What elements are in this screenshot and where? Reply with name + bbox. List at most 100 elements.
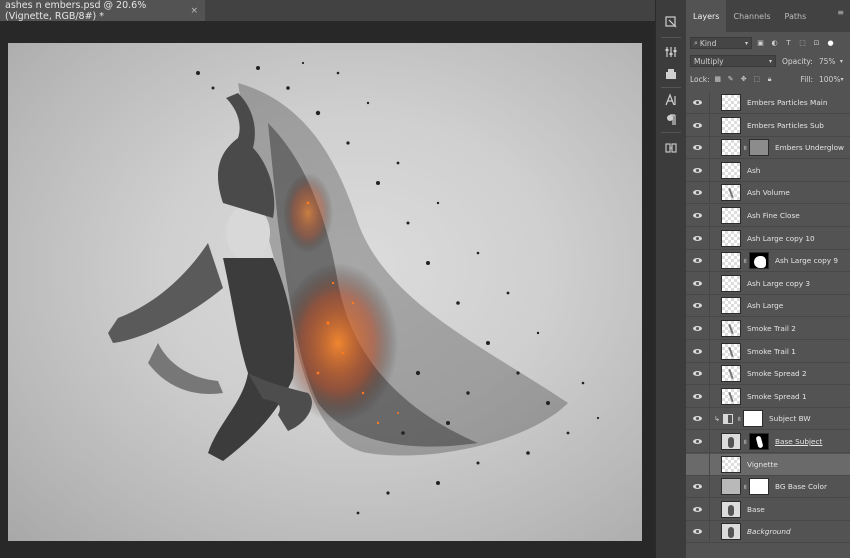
lock-image-icon[interactable]: ✎ (726, 74, 736, 84)
layer-thumbnail[interactable] (721, 207, 741, 224)
lock-all-icon[interactable]: 🔒︎ (765, 74, 775, 84)
layer-name[interactable]: Ash Volume (747, 188, 790, 197)
layer-name[interactable]: Ash (747, 166, 760, 175)
eye-icon[interactable] (686, 498, 710, 521)
layer-name[interactable]: BG Base Color (775, 482, 827, 491)
pixel-filter-icon[interactable]: ▣ (755, 38, 766, 49)
layer-mask-thumbnail[interactable] (749, 139, 769, 157)
layer-row[interactable]: Ash Large copy 10 (686, 227, 850, 250)
eye-icon[interactable] (686, 91, 710, 114)
layer-thumbnail[interactable] (721, 500, 741, 518)
layer-name[interactable]: Subject BW (769, 414, 811, 423)
history-icon[interactable] (663, 14, 679, 30)
layer-thumbnail[interactable] (721, 455, 741, 473)
layer-mask-thumbnail[interactable] (749, 433, 769, 450)
layer-row[interactable]: Background (686, 520, 850, 544)
smart-object-filter-icon[interactable]: ⊡ (811, 38, 822, 49)
layer-thumbnail[interactable] (721, 161, 741, 179)
layer-thumbnail[interactable] (721, 139, 741, 157)
lock-position-icon[interactable]: ✥ (739, 74, 749, 84)
properties-icon[interactable] (663, 140, 679, 156)
layer-row[interactable]: Ash (686, 159, 850, 182)
layer-thumbnail[interactable] (721, 523, 741, 541)
type-filter-icon[interactable]: T (783, 38, 794, 49)
layer-row[interactable]: Ash Volume (686, 181, 850, 205)
eye-icon[interactable] (686, 385, 710, 408)
layer-comps-icon[interactable] (663, 66, 679, 82)
paragraph-icon[interactable] (663, 112, 679, 128)
layer-row[interactable]: Smoke Trail 2 (686, 317, 850, 340)
layer-name[interactable]: Ash Large copy 3 (747, 279, 810, 288)
blend-mode-select[interactable]: Multiply ▾ (690, 55, 776, 67)
layer-row[interactable]: Ash Fine Close (686, 204, 850, 227)
tab-layers[interactable]: Layers (686, 0, 727, 32)
eye-icon[interactable] (686, 430, 710, 453)
lock-artboard-icon[interactable]: ⬚ (752, 74, 762, 84)
layer-name[interactable]: Ash Large (747, 301, 783, 310)
opacity-field[interactable]: 75% ▾ (815, 55, 846, 67)
adjustment-filter-icon[interactable]: ◐ (769, 38, 780, 49)
layer-mask-thumbnail[interactable] (743, 410, 763, 428)
layer-row[interactable]: ∞ Embers Underglow (686, 136, 850, 160)
layer-row[interactable]: Smoke Spread 2 (686, 362, 850, 386)
eye-icon[interactable] (686, 227, 710, 250)
layer-row[interactable]: Embers Particles Main (686, 91, 850, 114)
close-icon[interactable]: × (190, 6, 198, 16)
layer-row[interactable]: Base (686, 498, 850, 521)
layer-name[interactable]: Embers Particles Sub (747, 121, 824, 130)
link-icon[interactable]: ∞ (735, 415, 743, 423)
layer-name[interactable]: Embers Underglow (775, 143, 844, 152)
eye-icon[interactable] (686, 114, 710, 137)
eye-icon[interactable] (686, 294, 710, 317)
adjust-icon[interactable] (663, 44, 679, 60)
layer-row[interactable]: Smoke Trail 1 (686, 340, 850, 363)
layer-name[interactable]: Smoke Trail 1 (747, 347, 796, 356)
layer-name[interactable]: Vignette (747, 460, 778, 469)
layer-row[interactable]: Ash Large copy 3 (686, 272, 850, 295)
eye-icon[interactable] (686, 362, 710, 385)
document-tab[interactable]: ashes n embers.psd @ 20.6% (Vignette, RG… (0, 0, 205, 22)
tab-paths[interactable]: Paths (778, 0, 814, 32)
layer-thumbnail[interactable] (721, 365, 741, 383)
fill-field[interactable]: 100% ▾ (816, 73, 846, 85)
layer-thumbnail[interactable] (721, 342, 741, 360)
layer-thumbnail[interactable] (721, 252, 741, 270)
layer-row[interactable]: Vignette (686, 453, 850, 476)
character-icon[interactable] (663, 92, 679, 108)
layer-thumbnail[interactable] (721, 478, 741, 496)
link-icon[interactable]: ∞ (741, 257, 749, 265)
layer-name[interactable]: Embers Particles Main (747, 98, 827, 107)
layer-name[interactable]: Smoke Spread 1 (747, 392, 807, 401)
layer-thumbnail[interactable] (721, 116, 741, 134)
layer-row[interactable]: Embers Particles Sub (686, 114, 850, 137)
eye-icon[interactable] (686, 249, 710, 272)
layer-mask-thumbnail[interactable] (749, 478, 769, 496)
eye-icon[interactable] (686, 520, 710, 543)
adjustment-layer-icon[interactable] (721, 410, 735, 428)
eye-icon[interactable] (686, 475, 710, 498)
layer-row[interactable]: ∞ Ash Large copy 9 (686, 249, 850, 273)
link-icon[interactable]: ∞ (741, 144, 749, 152)
layer-thumbnail[interactable] (721, 387, 741, 405)
layer-row[interactable]: ↳ ∞ Subject BW (686, 407, 850, 431)
layer-name[interactable]: Ash Large copy 9 (775, 256, 838, 265)
layer-row[interactable]: Smoke Spread 1 (686, 385, 850, 408)
layer-thumbnail[interactable] (721, 94, 741, 111)
layer-name[interactable]: Smoke Spread 2 (747, 369, 807, 378)
layer-name[interactable]: Background (747, 527, 791, 536)
eye-icon[interactable] (686, 204, 710, 227)
shape-filter-icon[interactable]: ⬚ (797, 38, 808, 49)
canvas-area[interactable] (0, 21, 655, 558)
tab-channels[interactable]: Channels (726, 0, 777, 32)
layers-list[interactable]: Embers Particles Main Embers Particles Su… (686, 91, 850, 558)
layer-name[interactable]: Ash Large copy 10 (747, 234, 815, 243)
layer-thumbnail[interactable] (721, 433, 741, 450)
filter-kind-select[interactable]: ⌕ Kind ▾ (690, 37, 752, 49)
link-icon[interactable]: ∞ (741, 483, 749, 491)
eye-icon[interactable] (686, 407, 710, 430)
layer-name[interactable]: Smoke Trail 2 (747, 324, 796, 333)
layer-name[interactable]: Base Subject (775, 437, 822, 446)
eye-icon[interactable] (686, 453, 710, 476)
layer-thumbnail[interactable] (721, 320, 741, 337)
filter-toggle-icon[interactable]: ● (825, 38, 836, 49)
